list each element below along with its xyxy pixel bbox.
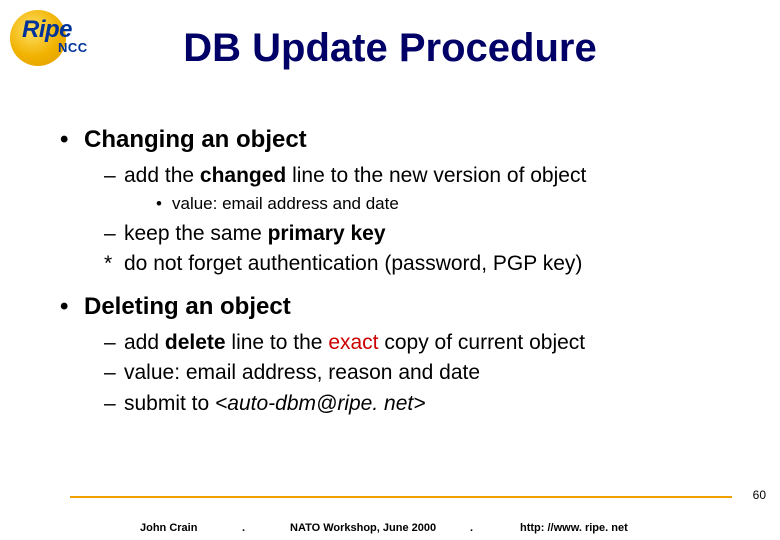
section-heading: •Deleting an object (60, 293, 740, 321)
bullet-item: –add delete line to the exact copy of cu… (104, 329, 740, 357)
bullet-item: –keep the same primary key (104, 220, 740, 248)
heading-text: Changing an object (84, 126, 307, 153)
footer-separator: . (242, 522, 245, 534)
sub-bullet-item: •value: email address and date (156, 192, 740, 216)
item-text: do not forget authentication (password, … (124, 252, 582, 275)
item-text: add the changed line to the new version … (124, 164, 586, 187)
item-text: submit to <auto-dbm@ripe. net> (124, 392, 426, 415)
footer-event: NATO Workshop, June 2000 (290, 522, 436, 534)
footer-url: http: //www. ripe. net (520, 522, 628, 534)
slide-title: DB Update Procedure (0, 26, 780, 71)
sub-item-text: value: email address and date (172, 194, 399, 213)
item-text: add delete line to the exact copy of cur… (124, 331, 585, 354)
section-heading: •Changing an object (60, 126, 740, 154)
slide-body: •Changing an object –add the changed lin… (60, 112, 740, 420)
bullet-item: –value: email address, reason and date (104, 359, 740, 387)
bullet-item: –add the changed line to the new version… (104, 162, 740, 190)
item-text: keep the same primary key (124, 222, 386, 245)
bullet-item: *do not forget authentication (password,… (104, 250, 740, 278)
footer-divider (70, 496, 732, 498)
footer-author: John Crain (140, 522, 197, 534)
item-text: value: email address, reason and date (124, 361, 480, 384)
heading-text: Deleting an object (84, 293, 291, 320)
bullet-item: –submit to <auto-dbm@ripe. net> (104, 390, 740, 418)
footer-separator: . (470, 522, 473, 534)
page-number: 60 (753, 488, 766, 502)
